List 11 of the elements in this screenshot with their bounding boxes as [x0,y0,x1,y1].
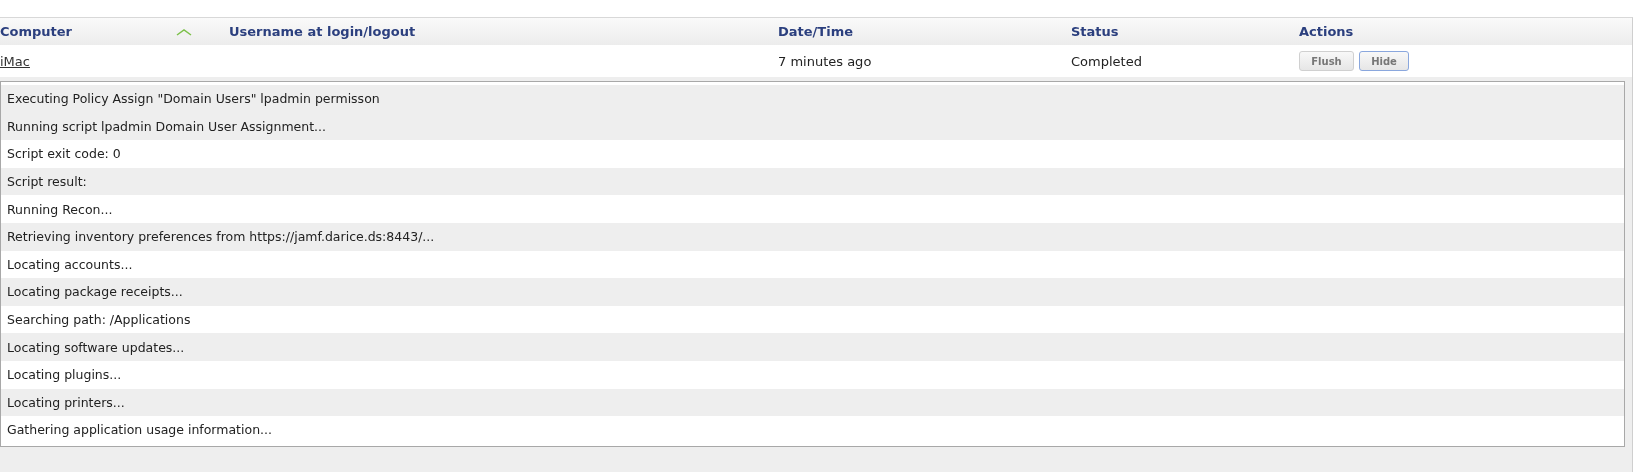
hide-button[interactable]: Hide [1359,51,1409,71]
computer-link[interactable]: iMac [0,53,30,69]
column-header[interactable]: Username at login/logout [229,24,778,39]
flush-button[interactable]: Flush [1299,51,1354,71]
table-cell-text: 7 minutes ago [778,53,873,69]
column-header[interactable]: Date/Time [778,24,1071,39]
column-header[interactable]: Status [1071,24,1299,39]
column-header[interactable]: Actions [1299,24,1632,39]
column-header[interactable]: Computer [0,24,192,39]
table-cell-text: Completed [1071,53,1143,69]
sort-ascending-icon[interactable] [176,27,192,36]
